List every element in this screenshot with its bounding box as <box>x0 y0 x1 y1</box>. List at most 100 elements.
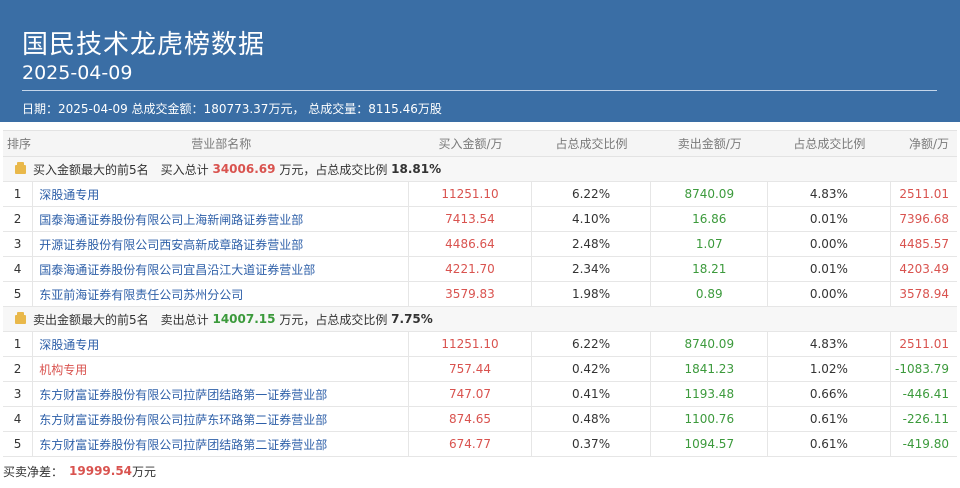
table-row: 5 东方财富证券股份有限公司拉萨团结路第二证券营业部 674.77 0.37% 1094… <box>3 432 957 457</box>
net-amount: 2511.01 <box>899 337 949 351</box>
col-buy: 买入金额/万 <box>438 137 503 151</box>
buy-ratio: 4.10% <box>532 207 652 231</box>
folder-icon <box>15 311 26 324</box>
buy-amount: 874.65 <box>409 407 532 431</box>
sell-ratio: 0.66% <box>768 382 891 406</box>
dragon-tiger-table: 排序 营业部名称 买入金额/万 占总成交比例 卖出金额/万 占总成交比例 净额/… <box>3 130 957 457</box>
buy-amount: 11251.10 <box>409 182 532 206</box>
buy-ratio: 0.41% <box>532 382 652 406</box>
buy-ratio: 6.22% <box>532 332 652 356</box>
sell-amount: 8740.09 <box>651 332 769 356</box>
buy-total-label: 买入总计 <box>160 162 209 177</box>
row-rank: 2 <box>3 357 34 381</box>
row-rank: 4 <box>3 257 34 281</box>
col-net: 净额/万 <box>908 137 949 151</box>
buy-ratio: 6.22% <box>532 182 652 206</box>
sell-ratio-value: 7.75% <box>391 312 433 326</box>
row-rank: 1 <box>3 332 34 356</box>
broker-name-link[interactable]: 东亚前海证券有限责任公司苏州分公司 <box>33 282 410 306</box>
table-row: 3 东方财富证券股份有限公司拉萨团结路第一证券营业部 747.07 0.41% 1193… <box>3 382 957 407</box>
trade-summary: 日期：2025-04-09 总成交金额：180773.37万元， 总成交量：81… <box>22 102 442 116</box>
row-rank: 5 <box>3 282 34 306</box>
broker-name-link[interactable]: 国泰海通证券股份有限公司上海新闸路证券营业部 <box>33 207 410 231</box>
sell-section-label: 卖出金额最大的前5名 <box>33 312 149 327</box>
sell-ratio: 0.01% <box>768 207 891 231</box>
table-row: 3 开源证券股份有限公司西安高新成章路证券营业部 4486.64 2.48% 1.07 0… <box>3 232 957 257</box>
buy-amount: 747.07 <box>409 382 532 406</box>
sell-amount: 1094.57 <box>651 432 769 456</box>
table-row: 1 深股通专用 11251.10 6.22% 8740.09 4.83% 2511.01 <box>3 182 957 207</box>
broker-name-link[interactable]: 深股通专用 <box>33 182 410 206</box>
broker-name-link[interactable]: 深股通专用 <box>33 332 410 356</box>
buy-ratio: 0.48% <box>532 407 652 431</box>
net-amount: 3578.94 <box>899 287 949 301</box>
buy-rows: 1 深股通专用 11251.10 6.22% 8740.09 4.83% 2511.01 2 国… <box>3 182 957 307</box>
sell-amount: 1100.76 <box>651 407 769 431</box>
sell-rows: 1 深股通专用 11251.10 6.22% 8740.09 4.83% 2511.01 2 机… <box>3 332 957 457</box>
sell-amount: 1841.23 <box>651 357 769 381</box>
net-amount: -1083.79 <box>895 362 949 376</box>
net-difference-value: 19999.54 <box>69 464 133 478</box>
report-header: 国民技术龙虎榜数据 2025-04-09 日期：2025-04-09 总成交金额… <box>0 0 960 122</box>
col-name: 营业部名称 <box>191 137 252 151</box>
sell-ratio-label: 万元，占总成交比例 <box>279 312 388 327</box>
sell-amount: 1193.48 <box>651 382 769 406</box>
table-header: 排序 营业部名称 买入金额/万 占总成交比例 卖出金额/万 占总成交比例 净额/… <box>3 130 957 157</box>
col-buy-pct: 占总成交比例 <box>555 137 628 151</box>
buy-amount: 4486.64 <box>409 232 532 256</box>
row-rank: 4 <box>3 407 34 431</box>
buy-ratio: 0.37% <box>532 432 652 456</box>
net-difference-label: 买卖净差： <box>3 464 64 479</box>
broker-name-link[interactable]: 东方财富证券股份有限公司拉萨团结路第二证券营业部 <box>33 432 410 456</box>
sell-ratio: 0.00% <box>768 282 891 306</box>
sell-ratio: 0.01% <box>768 257 891 281</box>
sell-amount: 8740.09 <box>651 182 769 206</box>
broker-name-link[interactable]: 国泰海通证券股份有限公司宜昌沿江大道证券营业部 <box>33 257 410 281</box>
col-sell-pct: 占总成交比例 <box>793 137 866 151</box>
net-amount: 4485.57 <box>899 237 949 251</box>
table-row: 2 国泰海通证券股份有限公司上海新闸路证券营业部 7413.54 4.10% 16.86… <box>3 207 957 232</box>
table-row: 4 国泰海通证券股份有限公司宜昌沿江大道证券营业部 4221.70 2.34% 18.2… <box>3 257 957 282</box>
header-divider <box>22 90 937 91</box>
broker-name-link[interactable]: 机构专用 <box>33 357 410 381</box>
sell-ratio: 0.61% <box>768 407 891 431</box>
row-rank: 5 <box>3 432 34 456</box>
table-row: 4 东方财富证券股份有限公司拉萨东环路第二证券营业部 874.65 0.48% 1100… <box>3 407 957 432</box>
row-rank: 3 <box>3 232 34 256</box>
row-rank: 2 <box>3 207 34 231</box>
broker-name-link[interactable]: 开源证券股份有限公司西安高新成章路证券营业部 <box>33 232 410 256</box>
broker-name-link[interactable]: 东方财富证券股份有限公司拉萨团结路第一证券营业部 <box>33 382 410 406</box>
net-amount: 7396.68 <box>899 212 949 226</box>
buy-amount: 757.44 <box>409 357 532 381</box>
buy-amount: 674.77 <box>409 432 532 456</box>
buy-amount: 4221.70 <box>409 257 532 281</box>
sell-amount: 0.89 <box>651 282 769 306</box>
col-sell: 卖出金额/万 <box>677 137 742 151</box>
sell-total-value: 14007.15 <box>212 312 276 326</box>
buy-ratio: 2.34% <box>532 257 652 281</box>
sell-amount: 1.07 <box>651 232 769 256</box>
sell-section-header: 卖出金额最大的前5名 卖出总计 14007.15 万元，占总成交比例 7.75% <box>3 307 957 332</box>
buy-ratio-label: 万元，占总成交比例 <box>279 162 388 177</box>
sell-amount: 16.86 <box>651 207 769 231</box>
buy-section-header: 买入金额最大的前5名 买入总计 34006.69 万元，占总成交比例 18.81… <box>3 157 957 182</box>
buy-ratio: 1.98% <box>532 282 652 306</box>
buy-ratio: 0.42% <box>532 357 652 381</box>
table-row: 5 东亚前海证券有限责任公司苏州分公司 3579.83 1.98% 0.89 0.00% 3… <box>3 282 957 307</box>
col-rank: 排序 <box>7 137 32 151</box>
sell-ratio: 1.02% <box>768 357 891 381</box>
buy-ratio: 2.48% <box>532 232 652 256</box>
buy-section-label: 买入金额最大的前5名 <box>33 162 149 177</box>
buy-total-value: 34006.69 <box>212 162 276 176</box>
net-amount: -419.80 <box>902 437 949 451</box>
net-amount: 4203.49 <box>899 262 949 276</box>
sell-amount: 18.21 <box>651 257 769 281</box>
folder-icon <box>15 161 26 174</box>
broker-name-link[interactable]: 东方财富证券股份有限公司拉萨东环路第二证券营业部 <box>33 407 410 431</box>
net-amount: -446.41 <box>902 387 949 401</box>
sell-ratio: 0.00% <box>768 232 891 256</box>
buy-ratio-value: 18.81% <box>391 162 442 176</box>
buy-amount: 11251.10 <box>409 332 532 356</box>
net-difference: 买卖净差： 19999.54 万元 <box>3 460 156 482</box>
sell-ratio: 4.83% <box>768 332 891 356</box>
